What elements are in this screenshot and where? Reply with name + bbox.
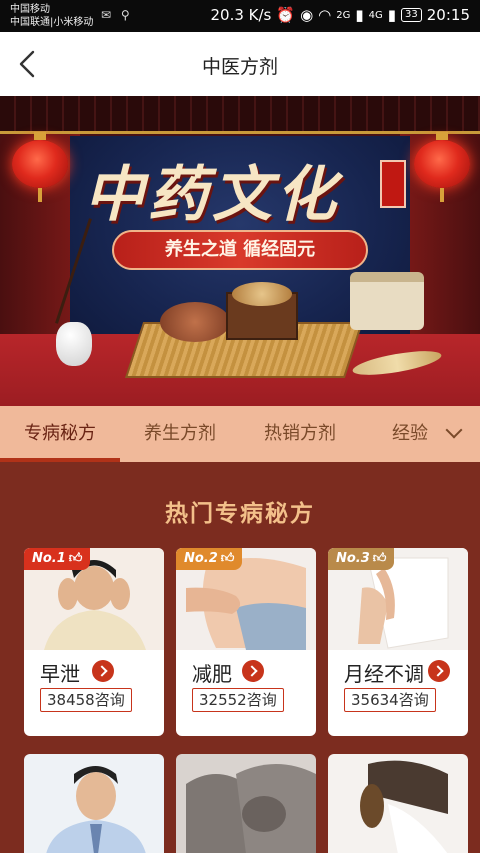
remedy-card-photo[interactable] [328, 754, 468, 853]
chevron-down-icon [445, 421, 463, 439]
network-type-1: 2G [336, 9, 351, 21]
rank-label: No.1 [32, 551, 66, 566]
promo-banner[interactable]: 中药文化 养生之道 循经固元 [0, 96, 480, 406]
page-title: 中医方剂 [201, 56, 278, 78]
carrier-1: 中国移动 [10, 4, 50, 15]
notification-icons: ✉ ⚲ [101, 8, 130, 22]
wifi-icon: ◠ [318, 6, 332, 24]
banner-slogan: 养生之道 循经固元 [112, 230, 368, 270]
remedy-card[interactable]: No.2 👍︎ 减肥 32552咨询 [176, 548, 316, 736]
herb-bowl-image [160, 302, 230, 342]
consult-count: 38458咨询 [40, 688, 132, 712]
expand-tabs-button[interactable] [428, 406, 480, 462]
nav-bar: 中医方剂 [0, 32, 480, 96]
herb-jar-image [350, 272, 424, 330]
network-type-2: 4G [368, 9, 383, 21]
rank-badge: No.3 👍︎ [328, 548, 395, 570]
signal-icon-2: ▮ [387, 6, 397, 24]
carrier-info: 中国移动 中国联通|小米移动 [10, 3, 93, 29]
card-name: 早泄 [40, 662, 80, 686]
network-speed: 20.3 K/s [210, 6, 272, 24]
arrow-right-icon[interactable] [428, 660, 450, 682]
tab-rexiao[interactable]: 热销方剂 [240, 406, 360, 462]
carrier-2: 中国联通|小米移动 [10, 17, 94, 28]
arrow-right-icon[interactable] [92, 660, 114, 682]
eye-icon: ◉ [300, 6, 314, 24]
rank-badge: No.2 👍︎ [176, 548, 243, 570]
remedy-card[interactable]: No.1 👍︎ 早泄 38458咨询 [24, 548, 164, 736]
section-title: 热门专病秘方 [165, 501, 315, 527]
lantern-icon [414, 132, 470, 202]
card-name: 减肥 [192, 662, 232, 686]
rank-badge: No.1 👍︎ [24, 548, 91, 570]
status-right: 20.3 K/s ⏰ ◉ ◠ 2G ▮ 4G ▮ 33 20:15 [211, 6, 471, 24]
battery-icon: 33 [401, 8, 422, 22]
tab-yangsheng[interactable]: 养生方剂 [120, 406, 240, 462]
thumbs-up-icon: 👍︎ [372, 551, 387, 566]
category-tabs: 专病秘方 养生方剂 热销方剂 经验 [0, 406, 480, 462]
thumbs-up-icon: 👍︎ [220, 551, 235, 566]
arrow-right-icon[interactable] [242, 660, 264, 682]
tab-zhuanbing[interactable]: 专病秘方 [0, 406, 120, 462]
lantern-icon [12, 132, 68, 202]
usb-icon: ⚲ [120, 8, 130, 22]
alarm-icon: ⏰ [276, 6, 296, 24]
main-content: 热门专病秘方 No.1 👍︎ 早泄 38458咨询 No.2 👍︎ 减肥 325… [0, 462, 480, 853]
wechat-icon: ✉ [101, 8, 112, 22]
rank-label: No.3 [336, 551, 370, 566]
status-bar: 中国移动 中国联通|小米移动 ✉ ⚲ 20.3 K/s ⏰ ◉ ◠ 2G ▮ 4… [0, 0, 480, 32]
seal-stamp [380, 160, 406, 208]
vase-image [56, 322, 92, 366]
banner-title: 中药文化 [84, 160, 340, 230]
card-name: 月经不调 [344, 662, 424, 686]
remedy-card[interactable]: No.3 👍︎ 月经不调 35634咨询 [328, 548, 468, 736]
signal-icon-1: ▮ [355, 6, 364, 24]
remedy-card-photo[interactable] [176, 754, 316, 853]
remedy-card-photo[interactable] [24, 754, 164, 853]
thumbs-up-icon: 👍︎ [68, 551, 83, 566]
consult-count: 32552咨询 [192, 688, 284, 712]
clock: 20:15 [426, 6, 470, 24]
herb-pile-image [232, 282, 292, 306]
consult-count: 35634咨询 [344, 688, 436, 712]
banner-roof [0, 96, 480, 134]
rank-label: No.2 [184, 551, 218, 566]
